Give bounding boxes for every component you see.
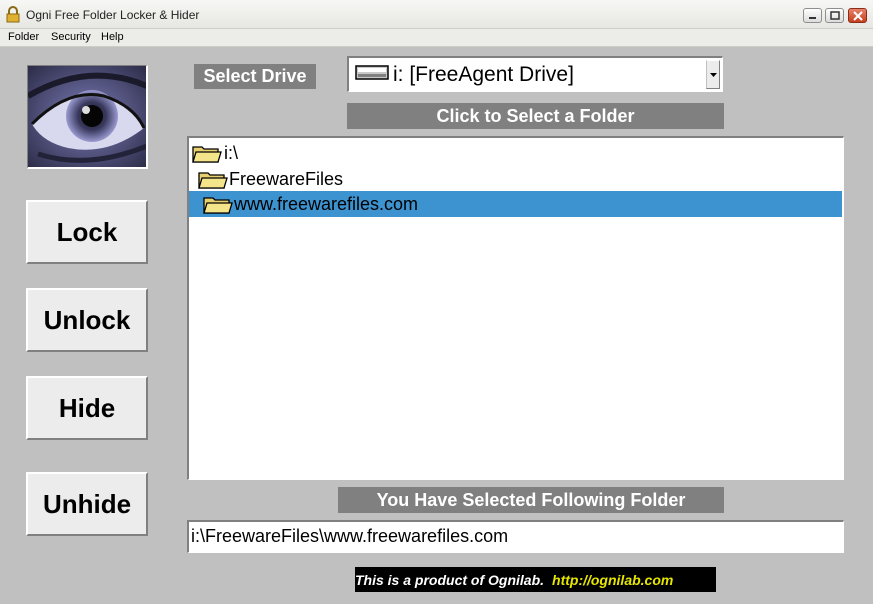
open-folder-icon [203, 197, 233, 214]
menu-help[interactable]: Help [101, 31, 124, 43]
select-drive-label: Select Drive [194, 64, 316, 89]
minimize-button[interactable] [803, 8, 822, 23]
drive-icon [355, 65, 389, 80]
drive-dropdown[interactable]: i: [FreeAgent Drive] [347, 56, 723, 92]
footer-banner: This is a product of Ognilab. http://ogn… [355, 567, 716, 592]
hide-button[interactable]: Hide [26, 376, 148, 440]
tree-item-freewarefiles[interactable]: FreewareFiles [189, 166, 842, 192]
chevron-down-icon [710, 73, 717, 77]
unlock-button[interactable]: Unlock [26, 288, 148, 352]
maximize-button[interactable] [825, 8, 844, 23]
maximize-icon [830, 11, 840, 20]
tree-item-freewarefiles-com[interactable]: www.freewarefiles.com [189, 191, 842, 217]
menu-security[interactable]: Security [51, 31, 91, 43]
footer-link[interactable]: http://ognilab.com [552, 572, 673, 588]
close-icon [853, 11, 863, 21]
menu-bar: Folder Security Help [0, 29, 873, 47]
footer-text: This is a product of Ognilab. [355, 571, 545, 588]
selected-folder-header: You Have Selected Following Folder [338, 487, 724, 513]
folder-tree[interactable]: i:\ FreewareFiles www.freewarefiles.com [187, 136, 844, 480]
app-window: Ogni Free Folder Locker & Hider Folder S… [0, 0, 873, 604]
unhide-button[interactable]: Unhide [26, 472, 148, 536]
title-bar[interactable]: Ogni Free Folder Locker & Hider [0, 0, 873, 29]
open-folder-icon [198, 172, 228, 189]
drive-selected-value: i: [FreeAgent Drive] [393, 63, 574, 86]
window-title: Ogni Free Folder Locker & Hider [26, 8, 200, 22]
open-folder-icon [192, 146, 222, 163]
dropdown-arrow-button[interactable] [706, 60, 720, 89]
padlock-icon [6, 6, 20, 23]
tree-item-label: i:\ [224, 143, 239, 163]
eye-logo [27, 65, 148, 169]
tree-item-label: www.freewarefiles.com [234, 194, 419, 214]
eye-icon [28, 66, 146, 167]
close-button[interactable] [848, 8, 867, 23]
minimize-icon [809, 17, 816, 19]
menu-folder[interactable]: Folder [8, 31, 39, 43]
folder-section-header: Click to Select a Folder [347, 103, 724, 129]
tree-item-label: FreewareFiles [229, 169, 344, 189]
client-area: Lock Unlock Hide Unhide Select Drive i: … [0, 47, 873, 604]
tree-item-root[interactable]: i:\ [189, 140, 842, 166]
selected-path-field[interactable]: i:\FreewareFiles\www.freewarefiles.com [187, 520, 844, 553]
lock-button[interactable]: Lock [26, 200, 148, 264]
